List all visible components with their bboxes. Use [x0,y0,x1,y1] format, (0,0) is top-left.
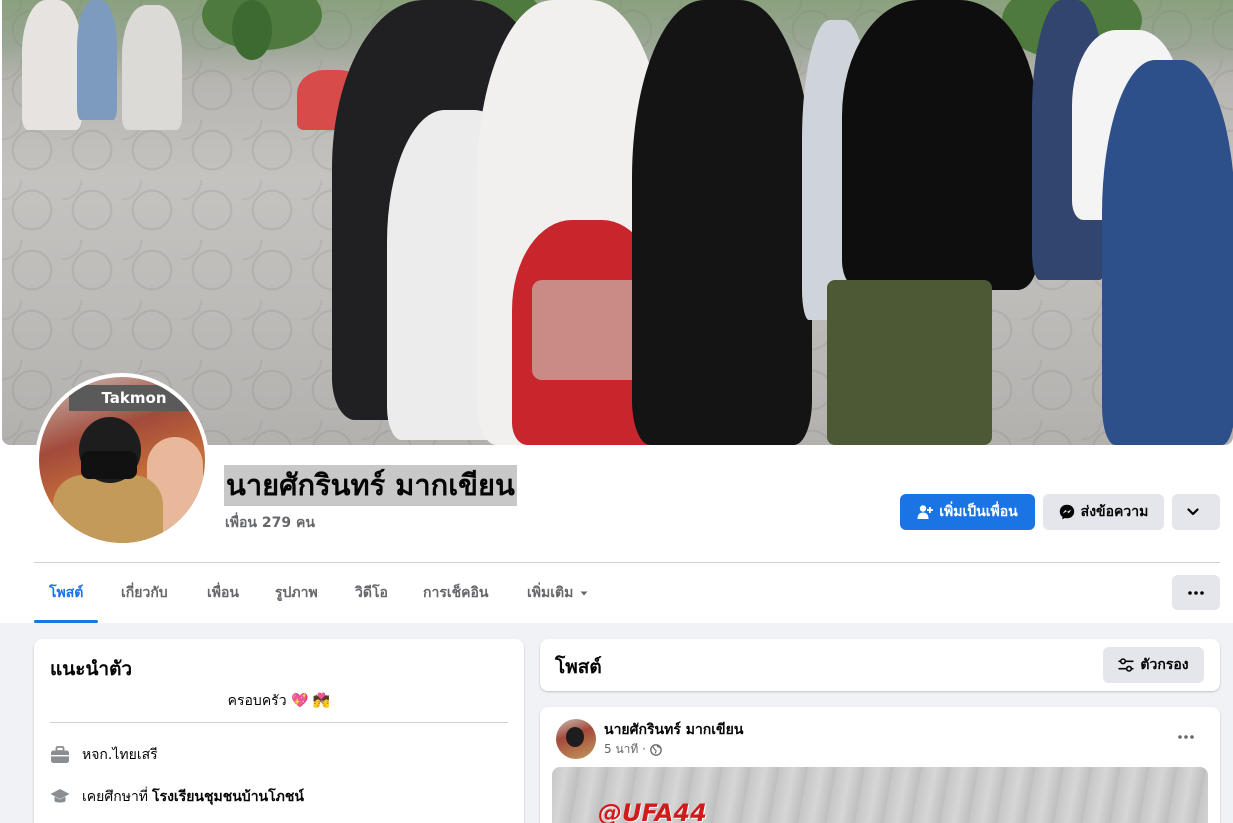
tab-posts-label: โพสต์ [49,585,84,601]
post-card: นายศักรินทร์ มากเขียน 5 นาที · @UFA44 [540,707,1220,823]
intro-bio: ครอบครัว 💖 💏 [227,693,331,709]
avatar-sign-text: Takmon [69,385,199,411]
post-author-name[interactable]: นายศักรินทร์ มากเขียน [604,719,743,741]
tab-more-options-button[interactable] [1172,575,1220,610]
tab-posts[interactable]: โพสต์ [33,563,99,623]
add-friend-icon [917,505,934,519]
briefcase-icon [50,745,70,765]
tab-friends[interactable]: เพื่อน [207,563,239,623]
tab-about[interactable]: เกี่ยวกับ [121,563,168,623]
post-timestamp[interactable]: 5 นาที · [604,740,646,759]
tab-about-label: เกี่ยวกับ [121,585,168,601]
post-author-avatar[interactable] [556,719,596,759]
graduation-cap-icon [50,787,70,807]
tab-photos[interactable]: รูปภาพ [275,563,318,623]
tab-friends-label: เพื่อน [207,585,239,601]
post-image[interactable]: @UFA44 [552,767,1208,823]
intro-divider [50,722,508,723]
message-button[interactable]: ส่งข้อความ [1043,494,1164,530]
tab-checkins-label: การเช็คอิน [423,585,489,601]
filter-button[interactable]: ตัวกรอง [1103,647,1204,683]
filter-sliders-icon [1118,658,1134,672]
chevron-down-icon [1187,508,1199,516]
tab-more-label: เพิ่มเติม [527,585,574,601]
caret-down-icon [580,591,588,596]
intro-education-prefix: เคยศึกษาที่ [82,789,149,805]
tab-more[interactable]: เพิ่มเติม [527,563,590,623]
intro-card: แนะนำตัว ครอบครัว 💖 💏 หจก.ไทยเสรี เคยศึก… [34,639,524,823]
friend-count[interactable]: เพื่อน 279 คน [225,512,315,534]
add-friend-label: เพิ่มเป็นเพื่อน [939,504,1018,520]
intro-title: แนะนำตัว [50,658,133,680]
more-dots-icon [1178,735,1194,739]
add-friend-button[interactable]: เพิ่มเป็นเพื่อน [900,494,1035,530]
posts-header-card: โพสต์ ตัวกรอง [540,639,1220,691]
post-meta: 5 นาที · [604,740,662,759]
intro-education: เคยศึกษาที่ โรงเรียนชุมชนบ้านโภชน์ [50,785,304,809]
intro-education-school[interactable]: โรงเรียนชุมชนบ้านโภชน์ [152,786,304,808]
message-label: ส่งข้อความ [1080,504,1149,520]
more-dots-icon [1188,590,1204,595]
profile-name: นายศักรินทร์ มากเขียน [224,465,517,506]
profile-more-button[interactable] [1172,494,1220,530]
messenger-icon [1059,504,1074,520]
profile-picture[interactable]: Takmon [35,373,209,547]
globe-icon [650,743,662,756]
tab-checkins[interactable]: การเช็คอิน [423,563,489,623]
post-options-button[interactable] [1168,721,1204,753]
post-image-text: @UFA44 [598,799,707,823]
tab-videos[interactable]: วิดีโอ [355,563,388,623]
intro-work: หจก.ไทยเสรี [50,743,158,767]
tab-videos-label: วิดีโอ [355,585,388,601]
posts-title: โพสต์ [555,656,602,678]
filter-label: ตัวกรอง [1140,657,1189,673]
intro-work-text[interactable]: หจก.ไทยเสรี [82,744,158,766]
tab-photos-label: รูปภาพ [275,585,318,601]
cover-photo[interactable] [2,0,1233,445]
